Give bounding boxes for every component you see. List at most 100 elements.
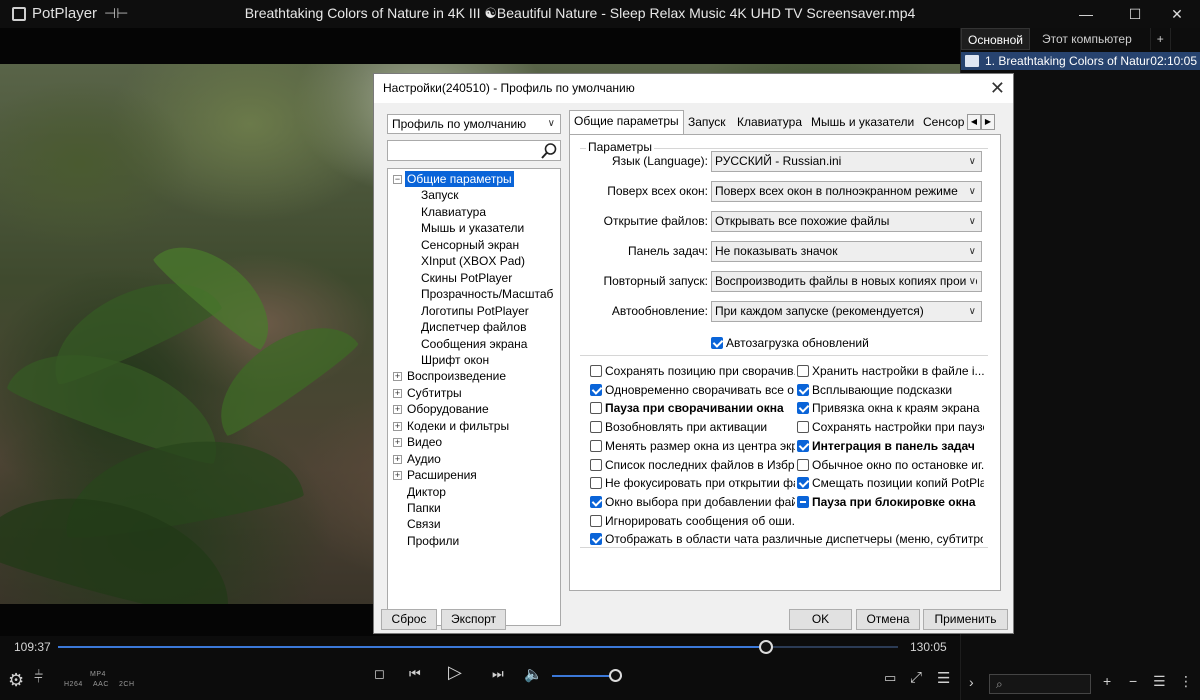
checkbox[interactable] [590,402,602,415]
checkbox-label[interactable]: Список последних файлов в Избра... [605,458,795,472]
tree-item[interactable]: + Оборудование [388,401,560,417]
apply-button[interactable]: Применить [923,609,1008,630]
tab-startup[interactable]: Запуск [684,112,730,134]
tree-item[interactable]: + Расширения [388,467,560,483]
expand-icon[interactable]: + [393,388,402,398]
tab-mouse[interactable]: Мышь и указатели [807,112,918,134]
app-logo[interactable]: PotPlayer [12,5,97,22]
tree-item[interactable]: Запуск [388,187,560,203]
checkbox-label[interactable]: Смещать позиции копий PotPla... [812,476,984,490]
equalizer-icon[interactable]: ⫩ [34,669,43,687]
checkbox-label[interactable]: Сохранять позицию при сворачив... [605,364,795,378]
playlist-options-icon[interactable]: ⋮ [1179,673,1193,690]
tree-item[interactable]: Сообщения экрана [388,336,560,352]
checkbox[interactable] [590,421,602,434]
tree-item[interactable]: + Кодеки и фильтры [388,418,560,434]
stop-icon[interactable]: ◻ [374,666,385,682]
checkbox-label[interactable]: Автозагрузка обновлений [726,336,869,350]
expand-icon[interactable]: + [393,372,402,382]
search-icon[interactable] [540,142,558,160]
tree-item[interactable]: + Воспроизведение [388,368,560,384]
seek-handle[interactable] [759,640,774,654]
tree-item[interactable]: + Аудио [388,451,560,467]
tree-item[interactable]: Диктор [388,484,560,500]
playlist-item[interactable]: 1. Breathtaking Colors of Nature i... 02… [961,52,1200,70]
tree-search-input[interactable] [387,140,561,161]
reset-button[interactable]: Сброс [381,609,437,630]
checkbox-label[interactable]: Всплывающие подсказки [812,383,952,397]
tree-item[interactable]: + Видео [388,434,560,450]
checkbox[interactable] [590,495,602,508]
collapse-icon[interactable]: − [393,175,402,184]
profile-select[interactable]: Профиль по умолчанию ∨ [387,114,561,134]
setting-combo[interactable]: При каждом запуске (рекомендуется) ∨ [711,301,982,322]
checkbox[interactable] [797,458,809,471]
tree-item[interactable]: Логотипы PotPlayer [388,303,560,319]
checkbox-label[interactable]: Сохранять настройки при паузе [812,420,984,434]
checkbox-label[interactable]: Привязка окна к краям экрана [812,401,980,415]
checkbox-label[interactable]: Одновременно сворачивать все о... [605,383,795,397]
checkbox[interactable] [797,365,809,377]
expand-icon[interactable]: + [393,421,402,431]
setting-combo[interactable]: Поверх всех окон в полноэкранном режиме ∨ [711,181,982,202]
expand-icon[interactable]: + [393,471,402,481]
play-icon[interactable]: ▷ [448,662,462,683]
tree-item[interactable]: Диспетчер файлов [388,319,560,335]
playlist-tab-main[interactable]: Основной [961,28,1031,50]
tree-item[interactable]: Профили [388,533,560,549]
setting-combo[interactable]: Открывать все похожие файлы ∨ [711,211,982,232]
tree-item[interactable]: Связи [388,516,560,532]
pin-icon[interactable]: ⊣⊢ [104,5,128,22]
setting-combo[interactable]: Не показывать значок ∨ [711,241,982,262]
expand-icon[interactable]: + [393,405,402,415]
tree-item[interactable]: + Субтитры [388,385,560,401]
checkbox-label[interactable]: Игнорировать сообщения об оши... [605,514,795,528]
tree-item[interactable]: Мышь и указатели [388,220,560,236]
checkbox[interactable] [590,514,602,527]
checkbox-label[interactable]: Интеграция в панель задач [812,439,975,453]
playlist-tab-computer[interactable]: Этот компьютер [1030,28,1151,50]
checkbox[interactable] [590,439,602,452]
tree-item[interactable]: Сенсорный экран [388,237,560,253]
setting-combo[interactable]: РУССКИЙ - Russian.ini ∨ [711,151,982,172]
checkbox[interactable] [797,421,809,434]
maximize-button[interactable]: ☐ [1112,0,1158,28]
checkbox-label[interactable]: Отображать в области чата различные дисп… [605,532,983,546]
dialog-close-icon[interactable]: ✕ [990,78,1005,98]
seek-bar[interactable] [58,640,898,654]
checkbox[interactable] [797,477,809,490]
tree-item[interactable]: Папки [388,500,560,516]
checkbox[interactable] [590,533,602,546]
tree-item[interactable]: Скины PotPlayer [388,270,560,286]
fullscreen-icon[interactable]: ⤢ [910,669,922,686]
setting-combo[interactable]: Воспроизводить файлы в новых копиях прои… [711,271,982,292]
settings-gear-icon[interactable]: ⚙ [8,670,24,691]
add-icon[interactable]: + [1103,673,1111,689]
checkbox[interactable] [797,439,809,452]
tab-general[interactable]: Общие параметры [569,110,684,135]
tab-scroll-left-icon[interactable]: ◀ [967,114,981,130]
export-button[interactable]: Экспорт [441,609,506,630]
checkbox-label[interactable]: Менять размер окна из центра экр... [605,439,795,453]
volume-icon[interactable]: 🔈 [524,665,543,683]
checkbox-label[interactable]: Возобновлять при активации [605,420,767,434]
tab-touch[interactable]: Сенсор [919,112,967,134]
cancel-button[interactable]: Отмена [856,609,920,630]
close-button[interactable]: ✕ [1154,0,1200,28]
checkbox-label[interactable]: Хранить настройки в файле i... [812,364,984,378]
checkbox[interactable] [797,402,809,415]
checkbox-label[interactable]: Обычное окно по остановке иг... [812,458,984,472]
menu-icon[interactable]: ☰ [937,669,950,687]
checkbox[interactable] [797,383,809,396]
tab-keyboard[interactable]: Клавиатура [733,112,806,134]
tab-scroll-right-icon[interactable]: ▶ [981,114,995,130]
playlist-search-input[interactable]: ⌕ [989,674,1091,694]
playlist-menu-icon[interactable]: ☰ [1153,673,1166,690]
next-icon[interactable]: ⏭ [492,666,504,682]
volume-handle[interactable] [609,669,622,682]
checkbox[interactable] [590,383,602,396]
checkbox[interactable] [711,337,723,349]
minimize-button[interactable]: — [1063,0,1109,28]
total-time[interactable]: 130:05 [910,640,947,654]
checkbox[interactable] [797,495,809,508]
